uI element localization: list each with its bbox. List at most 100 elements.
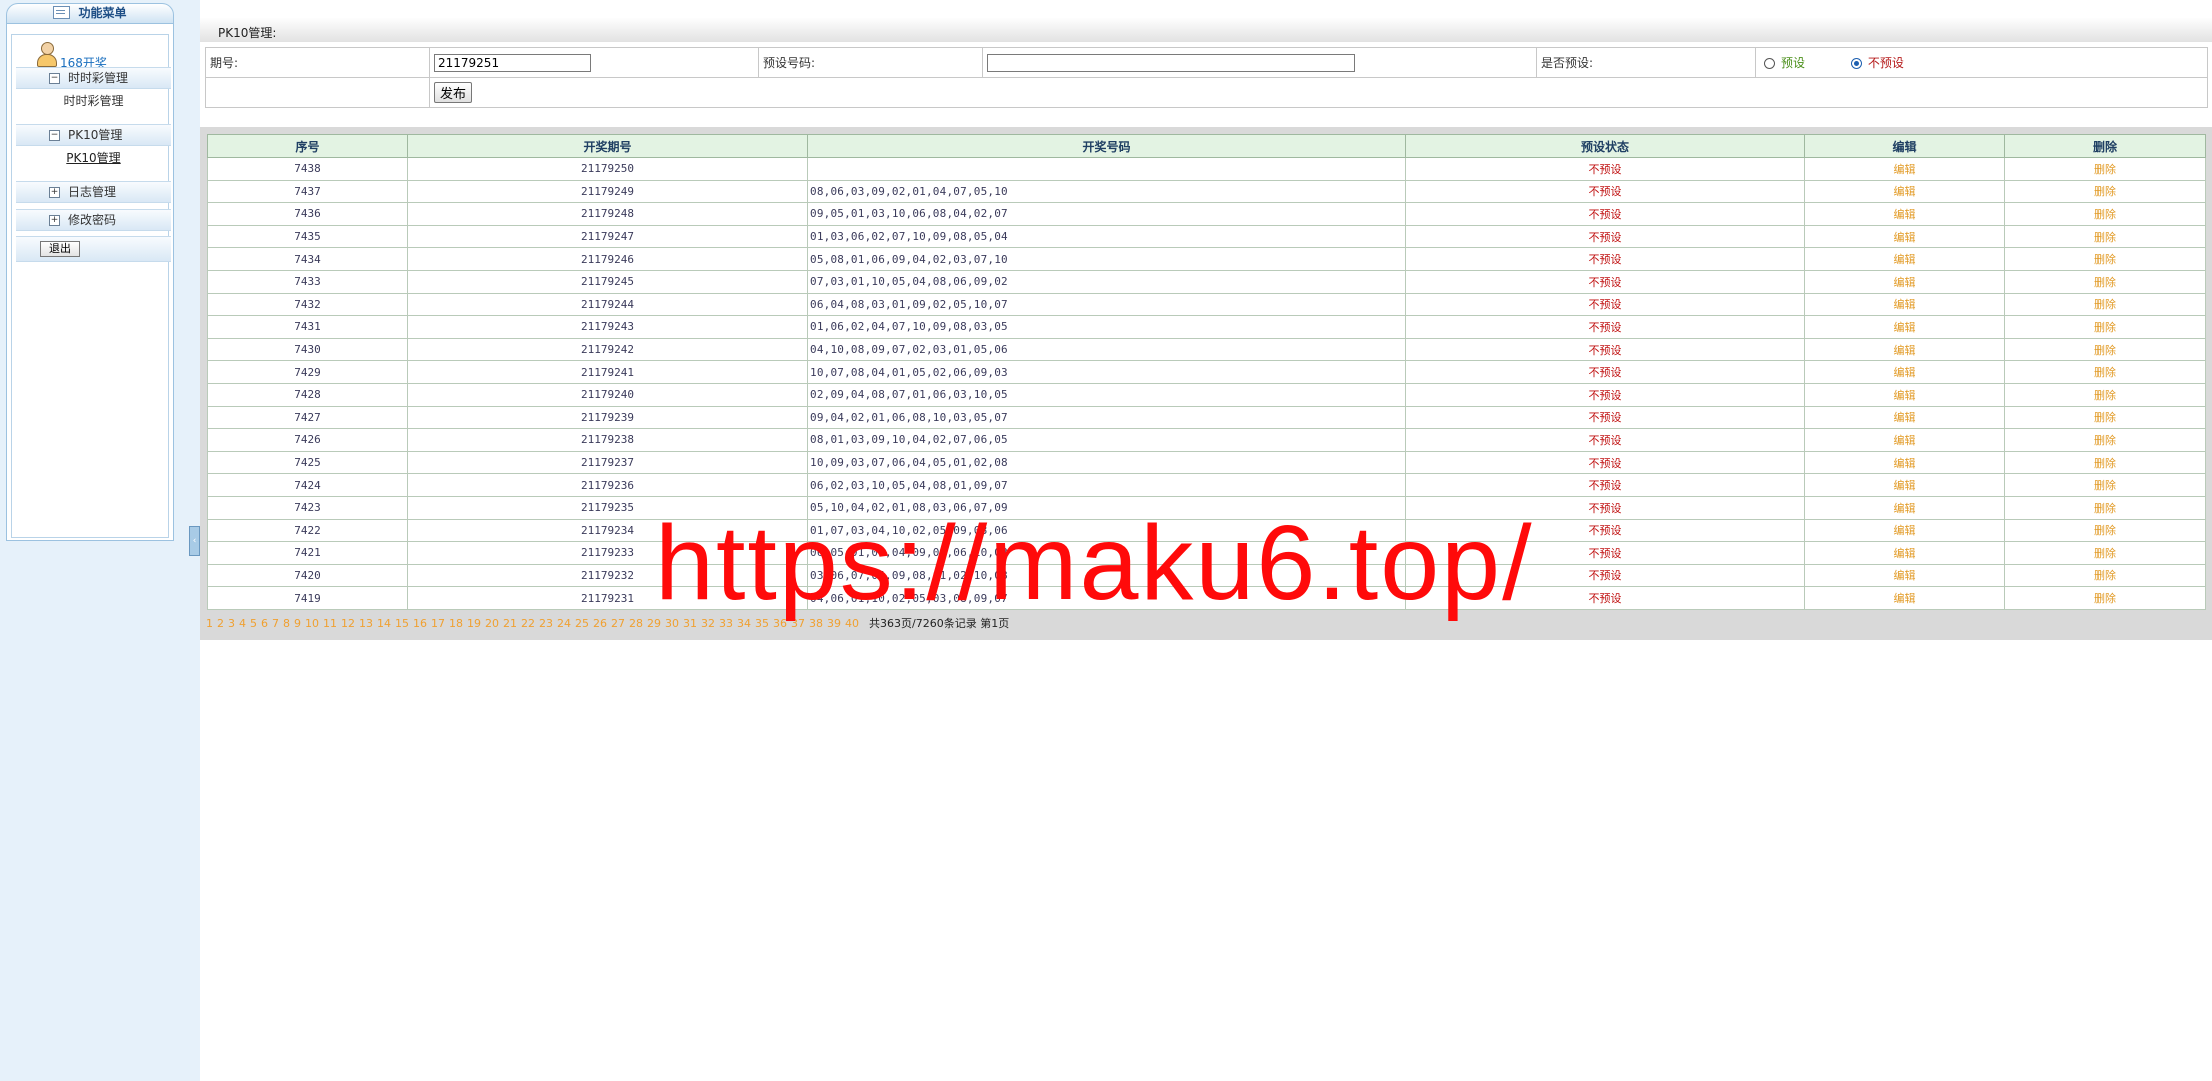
delete-link[interactable]: 删除 xyxy=(2004,157,2206,181)
edit-link[interactable]: 编辑 xyxy=(1804,518,2005,543)
menu-item-ssc[interactable]: 时时彩管理 xyxy=(16,90,171,112)
table-row: 7434 21179246 05,08,01,06,09,04,02,03,07,1… xyxy=(207,247,2206,271)
cell-numbers: 09,05,01,03,10,06,08,04,02,07 xyxy=(807,202,1406,226)
preset-form: 期号: 预设号码: 是否预设: 预设 不预设 发布 xyxy=(205,47,2208,108)
delete-link[interactable]: 删除 xyxy=(2004,269,2206,294)
edit-link[interactable]: 编辑 xyxy=(1804,202,2005,226)
col-header-edit: 编辑 xyxy=(1804,134,2005,158)
menu-group-ssc[interactable]: − 时时彩管理 xyxy=(16,67,171,89)
page-link[interactable]: 6 xyxy=(261,617,268,630)
delete-link[interactable]: 删除 xyxy=(2004,292,2206,317)
page-link[interactable]: 28 xyxy=(629,617,643,630)
menu-item-pk10[interactable]: PK10管理 xyxy=(16,147,171,169)
delete-link[interactable]: 删除 xyxy=(2004,247,2206,271)
page-link[interactable]: 5 xyxy=(250,617,257,630)
page-link[interactable]: 26 xyxy=(593,617,607,630)
preset-label: 预设号码: xyxy=(758,47,983,78)
delete-link[interactable]: 删除 xyxy=(2004,405,2206,430)
page-link[interactable]: 8 xyxy=(283,617,290,630)
publish-button[interactable]: 发布 xyxy=(434,82,473,103)
edit-link[interactable]: 编辑 xyxy=(1804,382,2005,407)
delete-link[interactable]: 删除 xyxy=(2004,337,2206,362)
edit-link[interactable]: 编辑 xyxy=(1804,157,2005,181)
delete-link[interactable]: 删除 xyxy=(2004,563,2206,588)
edit-link[interactable]: 编辑 xyxy=(1804,269,2005,294)
page-link[interactable]: 27 xyxy=(611,617,625,630)
delete-link[interactable]: 删除 xyxy=(2004,202,2206,226)
page-link[interactable]: 10 xyxy=(305,617,319,630)
radio-no-preset[interactable]: 不预设 xyxy=(1850,56,1904,70)
delete-link[interactable]: 删除 xyxy=(2004,518,2206,543)
delete-link[interactable]: 删除 xyxy=(2004,541,2206,565)
page-link[interactable]: 11 xyxy=(323,617,337,630)
delete-link[interactable]: 删除 xyxy=(2004,360,2206,384)
menu-group-pk10[interactable]: − PK10管理 xyxy=(16,124,171,146)
page-link[interactable]: 4 xyxy=(239,617,246,630)
delete-link[interactable]: 删除 xyxy=(2004,315,2206,339)
cell-id: 7422 xyxy=(207,518,408,543)
page-link[interactable]: 24 xyxy=(557,617,571,630)
delete-link[interactable]: 删除 xyxy=(2004,428,2206,452)
delete-link[interactable]: 删除 xyxy=(2004,224,2206,249)
edit-link[interactable]: 编辑 xyxy=(1804,360,2005,384)
page-link[interactable]: 22 xyxy=(521,617,535,630)
cell-id: 7431 xyxy=(207,315,408,339)
delete-link[interactable]: 删除 xyxy=(2004,495,2206,520)
table-row: 7435 21179247 01,03,06,02,07,10,09,08,05,0… xyxy=(207,224,2206,249)
page-link[interactable]: 14 xyxy=(377,617,391,630)
edit-link[interactable]: 编辑 xyxy=(1804,495,2005,520)
cell-status: 不预设 xyxy=(1405,473,1805,497)
page-link[interactable]: 15 xyxy=(395,617,409,630)
sidebar-collapse-handle[interactable]: ‹ xyxy=(189,526,200,556)
cell-status: 不预设 xyxy=(1405,224,1805,249)
page-link[interactable]: 1 xyxy=(206,617,213,630)
menu-group-logs[interactable]: + 日志管理 xyxy=(16,181,171,203)
is-preset-cell: 预设 不预设 xyxy=(1755,47,2208,78)
radio-preset[interactable]: 预设 xyxy=(1764,56,1805,70)
delete-link[interactable]: 删除 xyxy=(2004,450,2206,475)
page-link[interactable]: 9 xyxy=(294,617,301,630)
edit-link[interactable]: 编辑 xyxy=(1804,179,2005,204)
page-link[interactable]: 7 xyxy=(272,617,279,630)
delete-link[interactable]: 删除 xyxy=(2004,179,2206,204)
edit-link[interactable]: 编辑 xyxy=(1804,541,2005,565)
edit-link[interactable]: 编辑 xyxy=(1804,405,2005,430)
table-row: 7431 21179243 01,06,02,04,07,10,09,08,03,0… xyxy=(207,315,2206,339)
page-link[interactable]: 3 xyxy=(228,617,235,630)
preset-number-input[interactable] xyxy=(987,53,1355,72)
table-row: 7432 21179244 06,04,08,03,01,09,02,05,10,0… xyxy=(207,292,2206,317)
page-link[interactable]: 21 xyxy=(503,617,517,630)
page-link[interactable]: 19 xyxy=(467,617,481,630)
page-link[interactable]: 17 xyxy=(431,617,445,630)
page-link[interactable]: 18 xyxy=(449,617,463,630)
delete-link[interactable]: 删除 xyxy=(2004,382,2206,407)
delete-link[interactable]: 删除 xyxy=(2004,586,2206,610)
edit-link[interactable]: 编辑 xyxy=(1804,337,2005,362)
page-link[interactable]: 2 xyxy=(217,617,224,630)
page-link[interactable]: 20 xyxy=(485,617,499,630)
edit-link[interactable]: 编辑 xyxy=(1804,450,2005,475)
edit-link[interactable]: 编辑 xyxy=(1804,224,2005,249)
logout-button[interactable]: 退出 xyxy=(40,241,80,257)
col-header-delete: 删除 xyxy=(2004,134,2206,158)
edit-link[interactable]: 编辑 xyxy=(1804,563,2005,588)
table-row: 7433 21179245 07,03,01,10,05,04,08,06,09,0… xyxy=(207,269,2206,294)
edit-link[interactable]: 编辑 xyxy=(1804,247,2005,271)
delete-link[interactable]: 删除 xyxy=(2004,473,2206,497)
page-link[interactable]: 23 xyxy=(539,617,553,630)
edit-link[interactable]: 编辑 xyxy=(1804,292,2005,317)
page-link[interactable]: 25 xyxy=(575,617,589,630)
cell-period: 21179247 xyxy=(407,224,808,249)
page-link[interactable]: 12 xyxy=(341,617,355,630)
cell-numbers: 02,09,04,08,07,01,06,03,10,05 xyxy=(807,382,1406,407)
page-link[interactable]: 16 xyxy=(413,617,427,630)
page-link[interactable]: 13 xyxy=(359,617,373,630)
edit-link[interactable]: 编辑 xyxy=(1804,473,2005,497)
cell-id: 7419 xyxy=(207,586,408,610)
edit-link[interactable]: 编辑 xyxy=(1804,428,2005,452)
menu-group-password[interactable]: + 修改密码 xyxy=(16,209,171,231)
edit-link[interactable]: 编辑 xyxy=(1804,315,2005,339)
cell-id: 7424 xyxy=(207,473,408,497)
edit-link[interactable]: 编辑 xyxy=(1804,586,2005,610)
period-input[interactable] xyxy=(434,53,591,72)
